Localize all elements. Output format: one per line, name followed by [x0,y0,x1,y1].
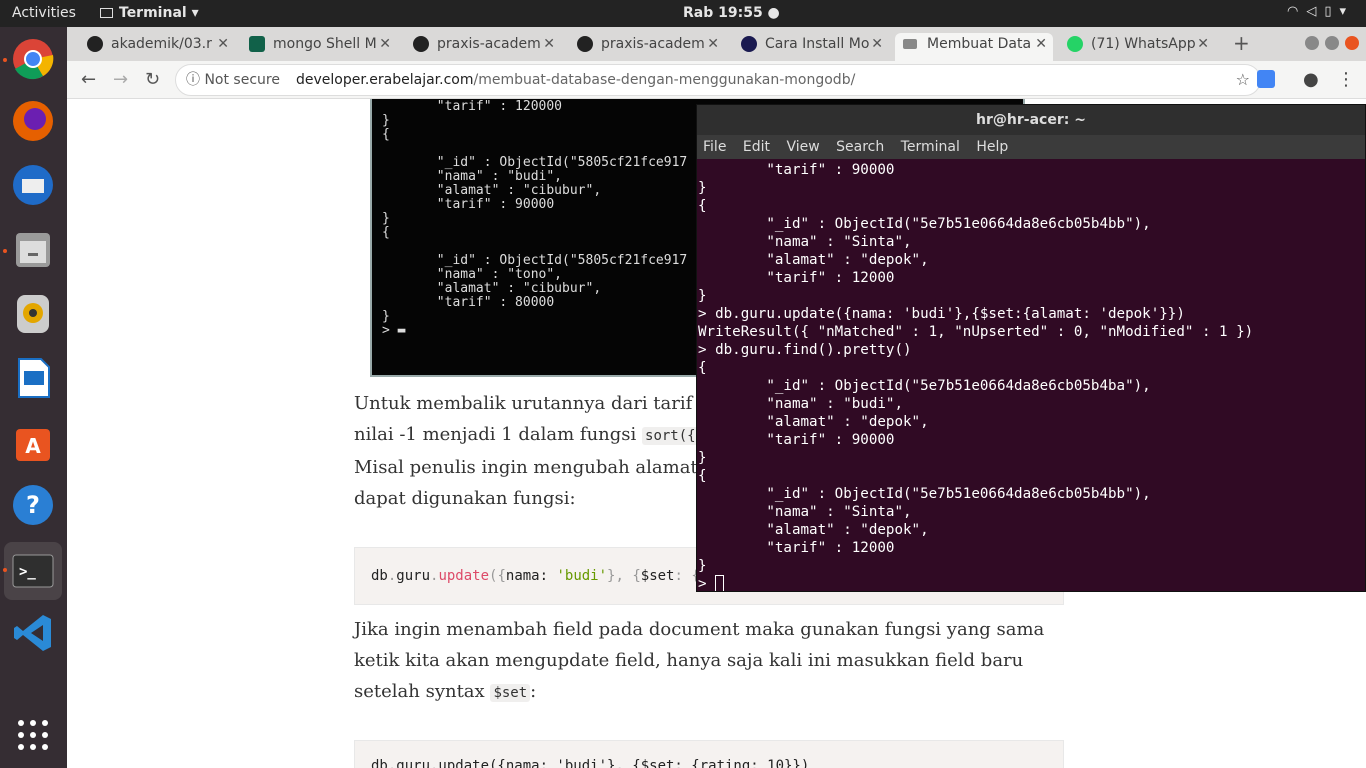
maximize-button[interactable] [1325,36,1339,50]
tab-1[interactable]: akademik/03.r ✕ [79,33,235,61]
menu-file[interactable]: File [703,139,726,155]
running-indicator [3,568,7,572]
show-apps-icon[interactable] [9,711,57,759]
svg-text:?: ? [26,491,40,519]
writer-icon[interactable] [9,353,57,401]
clock[interactable]: Rab 19:55 ● [683,5,780,21]
tab-3[interactable]: praxis-academ ✕ [405,33,561,61]
rhythmbox-icon[interactable] [9,289,57,337]
svg-text:>_: >_ [19,564,36,580]
chrome-icon[interactable] [9,35,57,83]
running-indicator [3,58,7,62]
github-icon [87,36,103,52]
running-indicator [3,249,7,253]
dock: A ? >_ [0,27,67,768]
firefox-icon[interactable] [9,97,57,145]
tab-2[interactable]: mongo Shell M ✕ [241,33,397,61]
translate-icon[interactable] [1257,70,1275,88]
tab-7[interactable]: (71) WhatsApp ✕ [1059,33,1215,61]
code-block-2: db.guru.update({nama: 'budi'}, {$set: {r… [354,740,1064,768]
close-icon[interactable]: ✕ [217,33,229,55]
tab-6-active[interactable]: Membuat Data ✕ [895,33,1053,61]
account-icon[interactable]: ● [1303,69,1319,90]
terminal-dock-icon[interactable]: >_ [4,542,62,600]
close-icon[interactable]: ✕ [1197,33,1209,55]
new-tab-button[interactable]: + [1233,31,1250,55]
terminal-title[interactable]: hr@hr-acer: ~ [697,105,1365,135]
tab-5[interactable]: Cara Install Mo ✕ [733,33,889,61]
address-bar[interactable]: ⓘ Not secure developer.erabelajar.com/me… [175,64,1261,96]
menu-help[interactable]: Help [976,139,1008,155]
software-center-icon[interactable]: A [9,417,57,465]
reload-button[interactable]: ↻ [145,69,160,90]
terminal-cursor [715,575,725,591]
info-icon: ⓘ [186,72,200,88]
svg-text:A: A [25,434,41,458]
close-icon[interactable]: ✕ [707,33,719,55]
browser-toolbar: ← → ↻ ⓘ Not secure developer.erabelajar.… [67,61,1366,99]
volume-icon: ◁ [1306,4,1325,19]
github-icon [577,36,593,52]
menu-icon[interactable]: ⋮ [1337,69,1355,90]
terminal-icon [100,8,113,18]
app-menu[interactable]: Terminal ▾ [100,5,199,21]
close-icon[interactable]: ✕ [379,33,391,55]
menu-terminal[interactable]: Terminal [901,139,960,155]
menu-search[interactable]: Search [836,139,884,155]
vscode-icon[interactable] [9,609,57,657]
activities-button[interactable]: Activities [12,5,76,21]
url-text[interactable]: developer.erabelajar.com/membuat-databas… [296,65,855,95]
back-button[interactable]: ← [81,69,96,90]
help-icon[interactable]: ? [9,481,57,529]
close-icon[interactable]: ✕ [871,33,883,55]
forward-button[interactable]: → [113,69,128,90]
close-icon[interactable]: ✕ [1035,33,1047,55]
close-icon[interactable]: ✕ [543,33,555,55]
close-window-button[interactable] [1345,36,1359,50]
terminal-window[interactable]: hr@hr-acer: ~ File Edit View Search Term… [696,104,1366,592]
bookmark-star-icon[interactable]: ☆ [1236,65,1250,95]
terminal-output[interactable]: "tarif" : 90000 } { "_id" : ObjectId("5e… [697,159,1365,591]
browser-tab-strip: akademik/03.r ✕ mongo Shell M ✕ praxis-aca… [67,27,1366,61]
system-top-bar: Activities Terminal ▾ Rab 19:55 ● ◠◁▯▾ [0,0,1366,27]
menu-edit[interactable]: Edit [743,139,770,155]
menu-view[interactable]: View [786,139,819,155]
github-icon [413,36,429,52]
mongodb-icon [249,36,265,52]
battery-icon: ▯ [1324,4,1340,19]
minimize-button[interactable] [1305,36,1319,50]
terminal-menubar: File Edit View Search Terminal Help [697,135,1365,159]
files-icon[interactable] [9,225,57,273]
whatsapp-icon [1067,36,1083,52]
page-icon [903,39,917,49]
wifi-icon: ◠ [1286,4,1307,19]
tab-4[interactable]: praxis-academ ✕ [569,33,725,61]
not-secure-indicator[interactable]: ⓘ Not secure [186,65,280,95]
paragraph-2: Jika ingin menambah field pada document … [354,619,1045,702]
n-icon [741,36,757,52]
system-tray[interactable]: ◠◁▯▾ [1287,4,1354,19]
thunderbird-icon[interactable] [9,161,57,209]
